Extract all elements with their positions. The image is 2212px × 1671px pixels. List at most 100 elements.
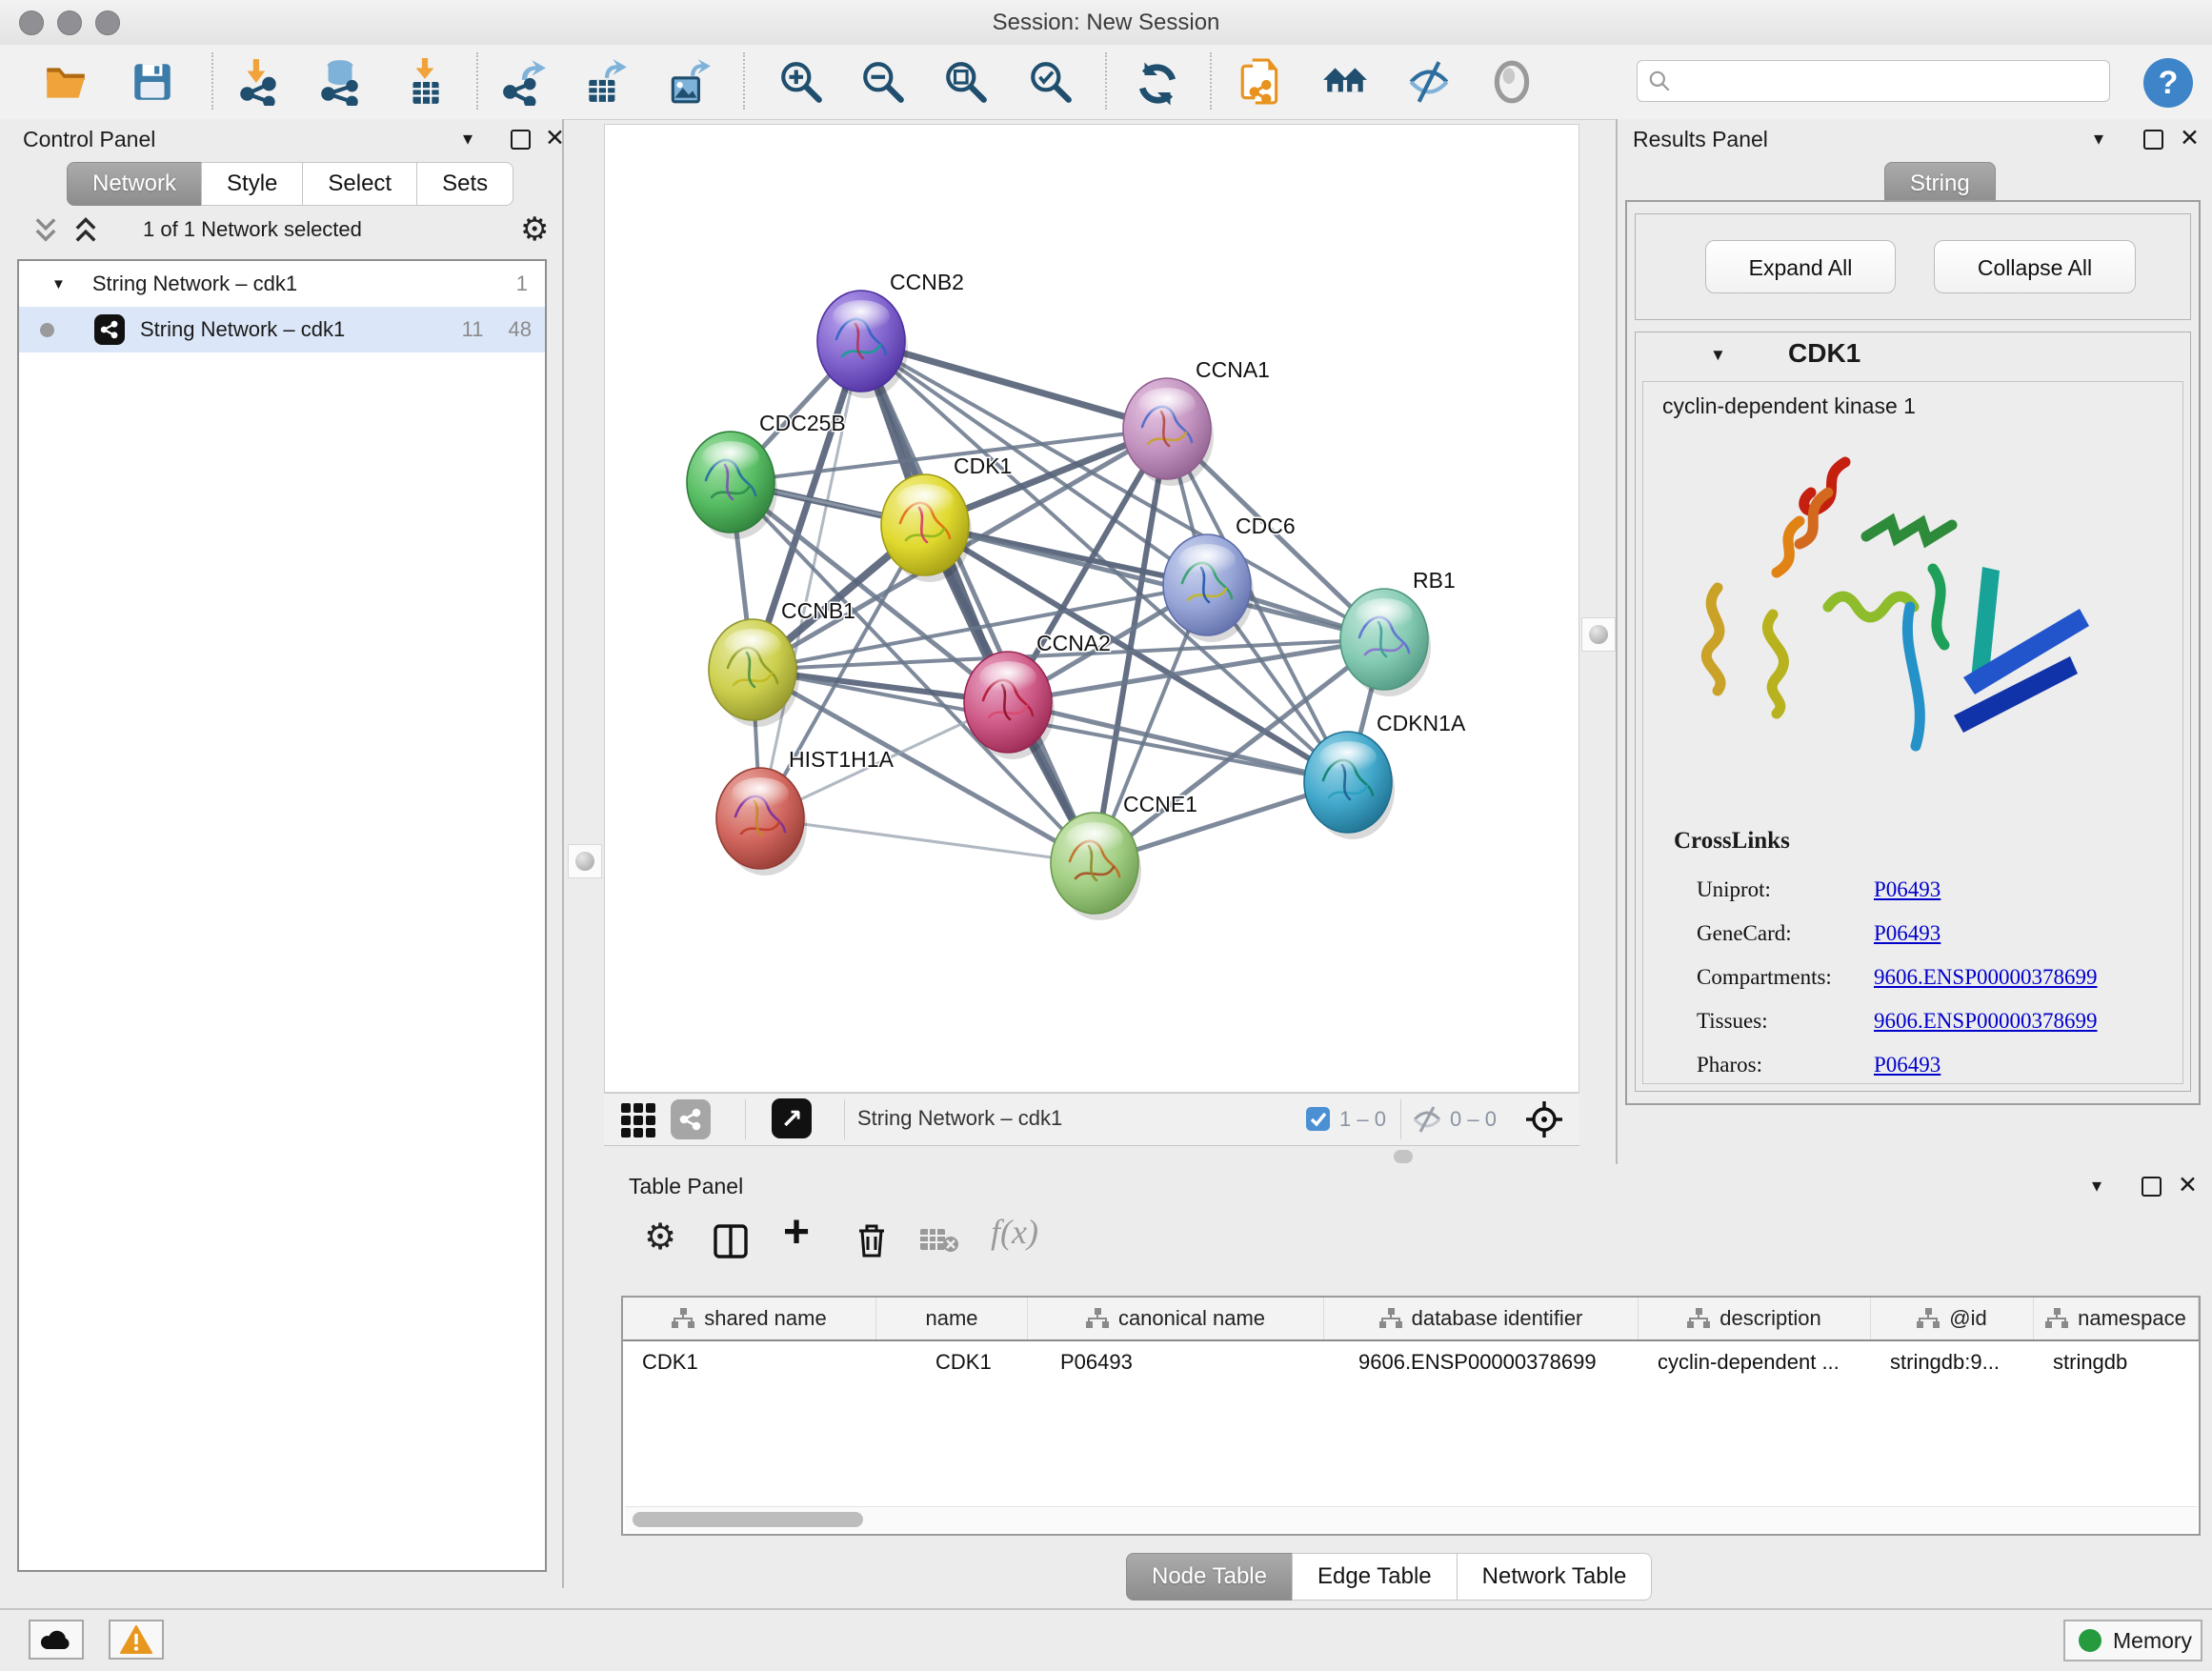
search-input[interactable] <box>1637 60 2110 102</box>
crosslink-label: GeneCard: <box>1697 921 1874 946</box>
zoom-out-button[interactable] <box>859 58 907 106</box>
delete-column-icon[interactable] <box>854 1221 890 1259</box>
node-label[interactable]: CCNA2 <box>1036 631 1111 655</box>
network-options-gear-icon[interactable]: ⚙ <box>520 211 549 249</box>
export-image-button[interactable] <box>665 58 713 106</box>
node-label[interactable]: CDK1 <box>954 453 1012 478</box>
column-header[interactable]: @id <box>1871 1298 2034 1339</box>
folder-icon <box>42 58 90 106</box>
export-table-button[interactable] <box>581 58 629 106</box>
function-builder-icon[interactable]: f(x) <box>991 1212 1038 1252</box>
tab-edge-table[interactable]: Edge Table <box>1292 1553 1458 1601</box>
panel-float-icon[interactable] <box>511 130 531 150</box>
string-import-button[interactable] <box>1237 58 1284 106</box>
selected-checkbox-icon[interactable] <box>1305 1106 1331 1132</box>
tab-network[interactable]: Network <box>67 162 202 206</box>
import-network-from-database-button[interactable] <box>316 58 364 106</box>
horizontal-scrollbar[interactable] <box>625 1506 2197 1532</box>
left-splitter-handle[interactable] <box>568 844 602 878</box>
network-selection-status: 1 of 1 Network selected <box>143 217 362 242</box>
save-session-button[interactable] <box>129 58 176 106</box>
table-row[interactable]: CDK1 CDK1 P06493 9606.ENSP00000378699 cy… <box>623 1341 2199 1383</box>
node-label[interactable]: CDC25B <box>759 411 846 435</box>
search-text-field[interactable] <box>1672 68 2109 94</box>
table-settings-gear-icon[interactable]: ⚙ <box>644 1216 676 1258</box>
column-header[interactable]: canonical name <box>1028 1298 1324 1339</box>
fit-content-crosshair-icon[interactable] <box>1524 1099 1564 1139</box>
crosslink-label: Tissues: <box>1697 1009 1874 1034</box>
expand-all-networks-icon[interactable] <box>72 216 99 245</box>
column-header[interactable]: description <box>1639 1298 1871 1339</box>
tab-network-table[interactable]: Network Table <box>1457 1553 1653 1601</box>
cloud-status-button[interactable] <box>29 1620 84 1660</box>
collapse-all-button[interactable]: Collapse All <box>1934 240 2136 293</box>
panel-close-icon[interactable]: ✕ <box>545 124 565 152</box>
toolbar-divider <box>1210 52 1212 110</box>
scrollbar-thumb[interactable] <box>633 1512 863 1527</box>
tab-node-table[interactable]: Node Table <box>1126 1553 1293 1601</box>
panel-close-icon[interactable]: ✕ <box>2180 124 2200 152</box>
tab-select[interactable]: Select <box>302 162 417 206</box>
show-all-button[interactable] <box>1488 58 1536 106</box>
node-label[interactable]: CDKN1A <box>1377 711 1466 735</box>
column-header[interactable]: name <box>876 1298 1028 1339</box>
zoom-fit-button[interactable] <box>942 58 990 106</box>
panel-float-icon[interactable] <box>2142 1177 2162 1197</box>
panel-dropdown-icon[interactable]: ▾ <box>2094 127 2103 151</box>
collapse-all-networks-icon[interactable] <box>32 216 59 245</box>
hide-selected-button[interactable] <box>1405 58 1453 106</box>
node-label[interactable]: HIST1H1A <box>789 747 895 772</box>
crosslink-link[interactable]: P06493 <box>1874 1053 1941 1077</box>
crosslink-link[interactable]: P06493 <box>1874 877 1941 902</box>
open-in-window-icon[interactable]: ↗ <box>772 1098 812 1138</box>
tab-style[interactable]: Style <box>201 162 303 206</box>
right-splitter-handle[interactable] <box>1581 617 1616 652</box>
horizontal-splitter-handle[interactable] <box>1394 1150 1413 1163</box>
node-label[interactable]: CDC6 <box>1236 513 1296 538</box>
panel-dropdown-icon[interactable]: ▾ <box>2092 1174 2101 1198</box>
help-button[interactable]: ? <box>2143 58 2193 108</box>
network-share-icon[interactable] <box>671 1099 711 1139</box>
column-header[interactable]: namespace <box>2034 1298 2199 1339</box>
network-row-selected[interactable]: String Network – cdk1 11 48 <box>19 307 545 352</box>
node-label[interactable]: RB1 <box>1413 568 1456 593</box>
collection-expand-icon[interactable]: ▼ <box>51 276 66 292</box>
crosslink-link[interactable]: P06493 <box>1874 921 1941 946</box>
node-table: shared name name canonical name database… <box>621 1296 2201 1536</box>
warning-status-button[interactable] <box>109 1620 164 1660</box>
birdseye-grid-icon[interactable] <box>619 1101 657 1139</box>
network-graph[interactable]: CCNB2 CCNA1 CDC25B CDK1 CDC6 RB1 CCNB1 CCNA2 CDK… <box>605 125 1579 1092</box>
zoom-in-icon <box>777 58 825 106</box>
network-collection-row[interactable]: ▼ String Network – cdk1 1 <box>19 261 545 307</box>
column-header[interactable]: database identifier <box>1324 1298 1639 1339</box>
node-label[interactable]: CCNA1 <box>1196 357 1270 382</box>
protein-collapse-icon[interactable]: ▼ <box>1710 346 1726 365</box>
open-session-button[interactable] <box>42 58 90 106</box>
panel-dropdown-icon[interactable]: ▾ <box>463 127 473 151</box>
network-canvas[interactable]: CCNB2 CCNA1 CDC25B CDK1 CDC6 RB1 CCNB1 CCNA2 CDK… <box>604 124 1579 1093</box>
import-network-from-file-button[interactable] <box>235 58 283 106</box>
refresh-button[interactable] <box>1132 58 1179 106</box>
expand-all-button[interactable]: Expand All <box>1705 240 1896 293</box>
crosslink-link[interactable]: 9606.ENSP00000378699 <box>1874 1009 2098 1034</box>
panel-close-icon[interactable]: ✕ <box>2178 1171 2198 1199</box>
zoom-in-button[interactable] <box>777 58 825 106</box>
tab-sets[interactable]: Sets <box>416 162 513 206</box>
node-label[interactable]: CCNB2 <box>890 270 964 294</box>
hidden-eye-icon[interactable] <box>1412 1105 1442 1134</box>
add-column-icon[interactable]: + <box>783 1206 810 1258</box>
show-columns-icon[interactable] <box>713 1223 749 1259</box>
crosslink-link[interactable]: 9606.ENSP00000378699 <box>1874 965 2098 990</box>
hidden-count: 0 – 0 <box>1450 1107 1497 1132</box>
node-label[interactable]: CCNE1 <box>1123 792 1197 816</box>
delete-table-icon[interactable] <box>920 1227 958 1256</box>
panel-float-icon[interactable] <box>2143 130 2163 150</box>
memory-button[interactable]: Memory <box>2063 1620 2202 1661</box>
export-network-button[interactable] <box>500 58 548 106</box>
netbar-divider <box>745 1099 746 1139</box>
column-header[interactable]: shared name <box>623 1298 876 1339</box>
zoom-selected-button[interactable] <box>1027 58 1075 106</box>
node-label[interactable]: CCNB1 <box>781 598 855 623</box>
string-home-button[interactable] <box>1321 58 1369 106</box>
import-table-from-file-button[interactable] <box>401 58 449 106</box>
